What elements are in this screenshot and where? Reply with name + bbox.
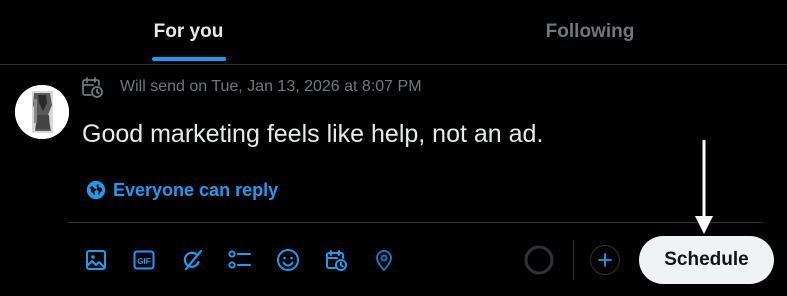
plus-icon	[598, 253, 612, 267]
image-icon	[86, 250, 106, 270]
emoji-icon	[277, 249, 299, 271]
reply-setting-button[interactable]: Everyone can reply	[86, 178, 278, 202]
character-count-ring	[524, 245, 554, 275]
active-tab-indicator	[152, 57, 226, 61]
poll-icon	[228, 250, 251, 269]
location-button[interactable]	[371, 247, 397, 273]
location-icon	[376, 250, 392, 271]
reply-setting-label: Everyone can reply	[113, 179, 279, 200]
poll-button[interactable]	[227, 247, 253, 273]
schedule-notice[interactable]: Will send on Tue, Jan 13, 2026 at 8:07 P…	[80, 75, 422, 99]
gif-icon: GIF	[133, 250, 155, 270]
globe-icon	[86, 180, 106, 200]
media-button[interactable]	[83, 247, 109, 273]
schedule-notice-text: Will send on Tue, Jan 13, 2026 at 8:07 P…	[120, 78, 422, 95]
avatar[interactable]	[15, 85, 69, 139]
annotation-arrow-icon	[695, 140, 713, 234]
schedule-post-button[interactable]	[323, 247, 349, 273]
gif-button[interactable]: GIF	[131, 247, 157, 273]
gif-label: GIF	[137, 257, 150, 266]
schedule-button[interactable]: Schedule	[639, 236, 774, 284]
grok-button[interactable]	[179, 247, 205, 273]
toolbar-separator	[573, 240, 574, 280]
tab-following[interactable]: Following	[393, 0, 787, 64]
tweet-text[interactable]: Good marketing feels like help, not an a…	[82, 120, 543, 149]
add-post-button[interactable]	[590, 245, 620, 275]
timeline-tabs: For you Following	[0, 0, 787, 65]
composer-divider	[68, 222, 763, 223]
tab-label: For you	[153, 21, 224, 42]
emoji-button[interactable]	[275, 247, 301, 273]
calendar-clock-icon	[82, 77, 103, 98]
grok-icon	[183, 249, 203, 271]
tab-label: Following	[545, 21, 635, 42]
tab-for-you[interactable]: For you	[0, 0, 377, 64]
schedule-icon	[326, 250, 347, 271]
